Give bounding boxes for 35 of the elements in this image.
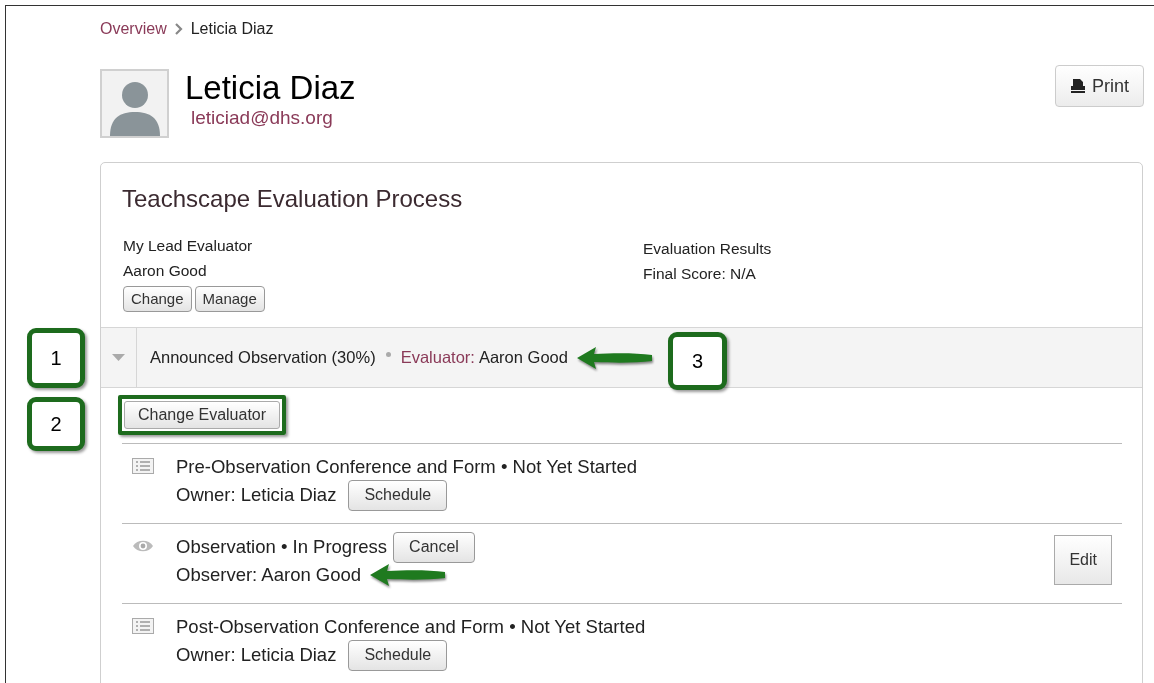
change-evaluator-button[interactable]: Change Evaluator [124,401,281,429]
lead-evaluator-name: Aaron Good [123,261,208,281]
lead-evaluator-heading: My Lead Evaluator [123,236,254,256]
small-button[interactable]: Manage [194,286,265,312]
step-title: Observation • In Progress [176,535,388,560]
schedule-button[interactable]: Schedule [348,639,448,671]
breadcrumb-current: Leticia Diaz [190,19,274,39]
results-heading: Evaluation Results [643,239,772,259]
breadcrumb-link[interactable]: Overview [100,17,167,41]
schedule-button[interactable]: Schedule [348,479,448,511]
edit-button[interactable]: Edit [1054,535,1112,585]
step-detail: Owner: Leticia Diaz [176,643,337,668]
list-icon [132,458,154,474]
small-button[interactable]: Change [123,286,192,312]
list-icon [132,618,154,634]
chevron-icon [174,23,183,35]
callout-number: 1 [27,328,85,388]
step-detail: Owner: Leticia Diaz [176,483,337,508]
evaluator-name: Aaron Good [478,347,568,369]
email-link[interactable]: leticiad@dhs.org [191,107,356,129]
printer-icon [1070,79,1086,93]
expand-triangle-icon[interactable] [112,354,125,361]
step-detail: Observer: Aaron Good [176,563,362,588]
eye-icon [132,538,154,554]
cancel-button[interactable]: Cancel [393,531,475,563]
step-title: Post-Observation Conference and Form • Not Yet Started [176,615,646,640]
final-score: Final Score: N/A [643,264,757,284]
step-title: Pre-Observation Conference and Form • Not Yet Started [176,455,637,480]
process-title: Teachscape Evaluation Process [122,184,464,214]
callout-number: 2 [27,397,85,451]
callout-number: 3 [668,332,727,390]
evaluator-label: Evaluator: [400,347,475,369]
profile-name: Leticia Diaz [185,69,356,107]
section-title: Announced Observation (30%) [150,347,376,369]
print-button[interactable]: Print [1055,65,1144,107]
